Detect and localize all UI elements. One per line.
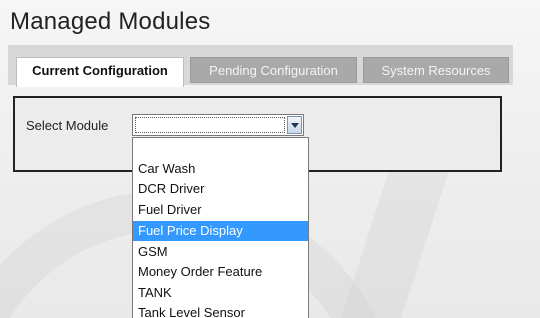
dropdown-option-dcr-driver[interactable]: DCR Driver <box>133 179 308 199</box>
dropdown-option-fuel-driver[interactable]: Fuel Driver <box>133 200 308 220</box>
tab-system-resources[interactable]: System Resources <box>363 57 509 83</box>
dropdown-option-blank[interactable] <box>133 138 308 158</box>
page-title: Managed Modules <box>10 8 211 35</box>
chevron-down-icon[interactable] <box>287 116 302 134</box>
dropdown-option-gsm[interactable]: GSM <box>133 242 308 262</box>
select-module-label: Select Module <box>26 118 109 133</box>
dropdown-option-money-order-feature[interactable]: Money Order Feature <box>133 262 308 282</box>
dropdown-option-car-wash[interactable]: Car Wash <box>133 159 308 179</box>
module-select-value[interactable] <box>135 117 285 133</box>
tab-pending-configuration[interactable]: Pending Configuration <box>190 57 357 83</box>
dropdown-option-tank[interactable]: TANK <box>133 283 308 303</box>
page: Managed Modules Current Configuration Pe… <box>0 0 540 318</box>
dropdown-option-fuel-price-display[interactable]: Fuel Price Display <box>133 221 308 241</box>
tabs-bar: Current Configuration Pending Configurat… <box>8 45 513 87</box>
module-select[interactable] <box>132 114 304 136</box>
dropdown-option-tank-level-sensor[interactable]: Tank Level Sensor <box>133 303 308 318</box>
tab-current-configuration[interactable]: Current Configuration <box>16 57 184 87</box>
module-dropdown-list: Car Wash DCR Driver Fuel Driver Fuel Pri… <box>132 137 309 318</box>
